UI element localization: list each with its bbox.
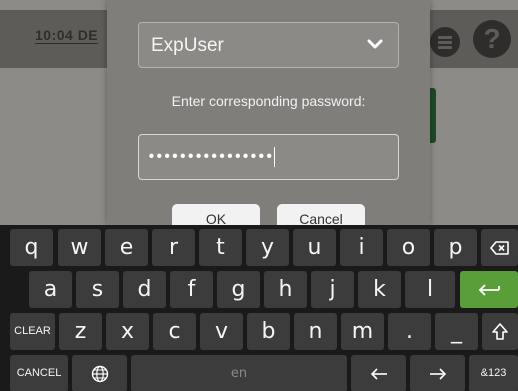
key-n[interactable]: n (294, 313, 337, 350)
key-g[interactable]: g (217, 271, 260, 308)
key-t[interactable]: t (199, 229, 242, 266)
key-r[interactable]: r (152, 229, 195, 266)
cursor-right-key[interactable] (410, 355, 465, 391)
key-f[interactable]: f (170, 271, 213, 308)
key-y[interactable]: y (246, 229, 289, 266)
space-key[interactable]: en (131, 355, 347, 391)
shift-icon (492, 322, 508, 340)
text-caret (273, 147, 275, 167)
help-icon[interactable]: ? (473, 20, 511, 58)
key-z[interactable]: z (59, 313, 102, 350)
key-q[interactable]: q (10, 229, 53, 266)
key-e[interactable]: e (105, 229, 148, 266)
key-x[interactable]: x (106, 313, 149, 350)
language-key[interactable] (72, 355, 127, 391)
key-o[interactable]: o (387, 229, 430, 266)
key-c[interactable]: c (153, 313, 196, 350)
key-w[interactable]: w (58, 229, 101, 266)
arrow-left-icon (370, 367, 387, 380)
chevron-down-icon (367, 39, 383, 49)
key-p[interactable]: p (434, 229, 477, 266)
key-h[interactable]: h (264, 271, 307, 308)
enter-icon (478, 283, 500, 296)
clear-key[interactable]: CLEAR (10, 313, 55, 350)
user-dropdown[interactable]: ExpUser (138, 22, 399, 68)
enter-key[interactable] (460, 271, 518, 308)
key-m[interactable]: m (341, 313, 384, 350)
arrow-right-icon (429, 367, 446, 380)
key-underscore[interactable]: _ (435, 313, 478, 350)
key-j[interactable]: j (311, 271, 354, 308)
screen: 10:04 DE ? ExpUser Enter corresponding p… (0, 0, 518, 391)
cancel-key[interactable]: CANCEL (10, 355, 68, 391)
symbols-key[interactable]: &123 (469, 355, 518, 391)
password-dialog: ExpUser Enter corresponding password: ••… (107, 0, 430, 234)
user-dropdown-value: ExpUser (151, 35, 224, 56)
menu-icon[interactable] (430, 27, 460, 57)
clock-text: 10:04 DE (35, 27, 99, 43)
background-accent-panel (430, 88, 436, 143)
key-i[interactable]: i (340, 229, 383, 266)
on-screen-keyboard: q w e r t y u i o p a s d f g h j k l CL… (0, 225, 518, 391)
password-field[interactable]: •••••••••••••••• (138, 134, 399, 180)
globe-icon (91, 365, 108, 382)
cursor-left-key[interactable] (351, 355, 406, 391)
backspace-key[interactable] (481, 229, 518, 266)
key-d[interactable]: d (123, 271, 166, 308)
key-a[interactable]: a (29, 271, 72, 308)
password-prompt: Enter corresponding password: (171, 93, 366, 109)
key-k[interactable]: k (358, 271, 401, 308)
backspace-icon (489, 240, 509, 255)
key-l[interactable]: l (405, 271, 455, 308)
key-s[interactable]: s (76, 271, 119, 308)
key-u[interactable]: u (293, 229, 336, 266)
shift-key[interactable] (482, 313, 518, 350)
key-b[interactable]: b (247, 313, 290, 350)
password-field-value: •••••••••••••••• (147, 147, 275, 167)
key-period[interactable]: . (388, 313, 431, 350)
key-v[interactable]: v (200, 313, 243, 350)
